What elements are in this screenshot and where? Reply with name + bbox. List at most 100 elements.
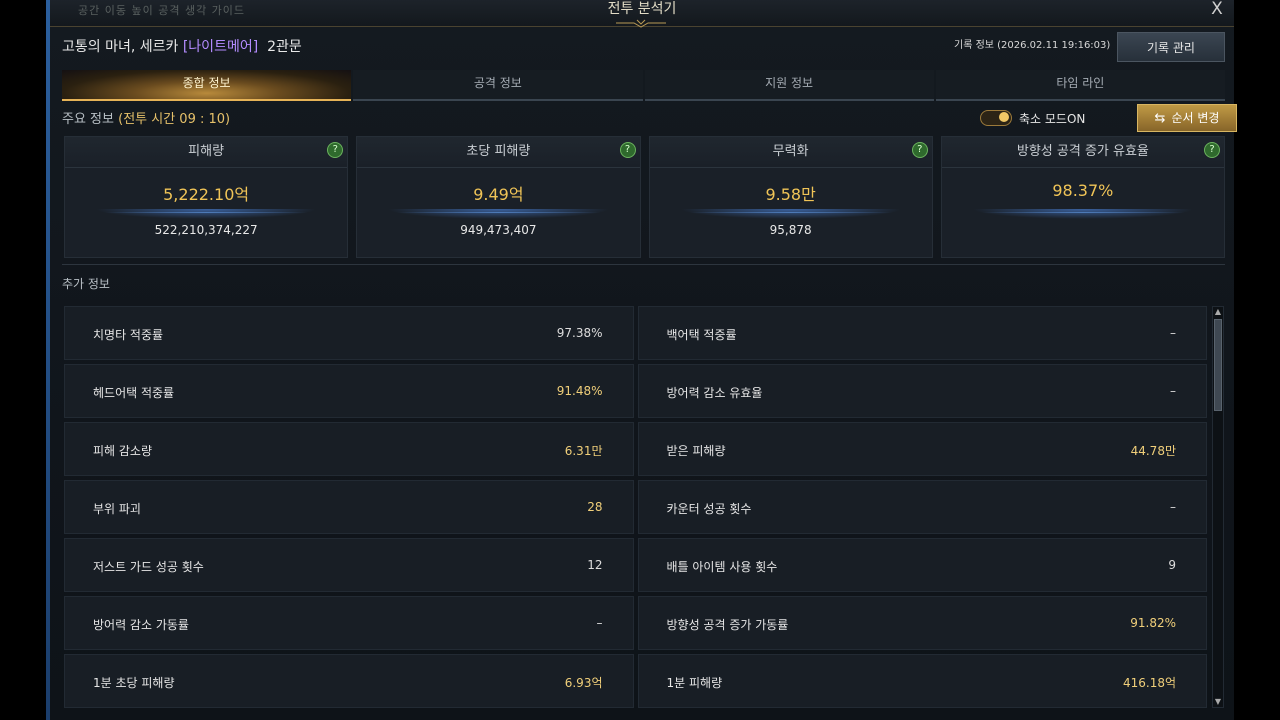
stat-row: 피해 감소량 6.31만 bbox=[64, 422, 634, 476]
close-button[interactable]: X bbox=[1206, 0, 1228, 20]
card-divider bbox=[105, 212, 308, 213]
card-value: 9.49억 bbox=[473, 185, 524, 204]
stat-name: 받은 피해량 bbox=[666, 444, 726, 458]
card-value: 98.37% bbox=[1052, 181, 1114, 200]
stat-name: 카운터 성공 횟수 bbox=[666, 502, 752, 516]
stat-value: – bbox=[1170, 500, 1176, 514]
toggle-knob bbox=[999, 112, 1009, 122]
card-value: 5,222.10억 bbox=[163, 185, 250, 204]
stat-row: 백어택 적중률 – bbox=[637, 306, 1207, 360]
section-divider bbox=[62, 264, 1225, 265]
stat-row: 1분 초당 피해량 6.93억 bbox=[64, 654, 634, 708]
stat-row: 방어력 감소 유효율 – bbox=[637, 364, 1207, 418]
main-info-text: 주요 정보 bbox=[62, 112, 114, 127]
tab-attack[interactable]: 공격 정보 bbox=[353, 70, 643, 101]
class-tag: [나이트메어] bbox=[182, 39, 259, 55]
record-info: 기록 정보 (2026.02.11 19:16:03) bbox=[954, 40, 1111, 51]
stat-row: 배틀 아이템 사용 횟수 9 bbox=[637, 538, 1207, 592]
stat-value: 12 bbox=[587, 558, 603, 572]
card-label: 방향성 공격 증가 유효율 bbox=[941, 137, 1224, 168]
stat-row: 헤드어택 적중률 91.48% bbox=[64, 364, 634, 418]
tab-timeline[interactable]: 타임 라인 bbox=[935, 70, 1225, 101]
stat-value: 9 bbox=[1168, 558, 1176, 572]
stage-label: 2관문 bbox=[267, 39, 302, 55]
stat-row: 방향성 공격 증가 가동률 91.82% bbox=[637, 596, 1207, 650]
left-letterbox bbox=[0, 0, 46, 720]
card-glow bbox=[679, 209, 902, 219]
card-label: 피해량 bbox=[65, 137, 348, 168]
card-divider bbox=[397, 212, 600, 213]
scroll-up-icon[interactable]: ▲ bbox=[1213, 307, 1223, 317]
stat-name: 방어력 감소 유효율 bbox=[666, 386, 763, 400]
card-raw-value: 95,878 bbox=[769, 223, 812, 237]
stat-name: 치명타 적중률 bbox=[93, 328, 164, 342]
character-title: 고통의 마녀, 세르카 [나이트메어] 2관문 bbox=[62, 36, 302, 56]
stat-value: 91.82% bbox=[1130, 616, 1176, 630]
stat-row: 방어력 감소 가동률 – bbox=[64, 596, 634, 650]
card-label: 초당 피해량 bbox=[357, 137, 640, 168]
stat-name: 피해 감소량 bbox=[93, 444, 153, 458]
stat-value: 6.31만 bbox=[564, 444, 603, 458]
stat-name: 헤드어택 적중률 bbox=[93, 386, 175, 400]
compact-mode-toggle[interactable] bbox=[980, 110, 1012, 126]
extra-info-title: 추가 정보 bbox=[62, 277, 110, 291]
stat-name: 1분 피해량 bbox=[666, 676, 723, 690]
card-glow bbox=[971, 209, 1194, 219]
card-damage: 피해량 ? 5,222.10억 522,210,374,227 bbox=[64, 136, 349, 258]
card-raw-value: 949,473,407 bbox=[460, 223, 537, 237]
window-title: 전투 분석기 bbox=[607, 1, 677, 17]
stat-name: 1분 초당 피해량 bbox=[93, 676, 175, 690]
card-divider bbox=[689, 212, 892, 213]
stat-value: 91.48% bbox=[556, 384, 603, 398]
stat-row: 받은 피해량 44.78만 bbox=[637, 422, 1207, 476]
card-value: 9.58만 bbox=[765, 185, 816, 204]
tab-bar: 종합 정보 공격 정보 지원 정보 타임 라인 bbox=[62, 70, 1225, 101]
scrollbar-thumb[interactable] bbox=[1214, 319, 1222, 411]
record-manage-button[interactable]: 기록 관리 bbox=[1117, 32, 1225, 62]
change-order-button[interactable]: ⇆ 순서 변경 bbox=[1137, 104, 1237, 132]
stat-row: 치명타 적중률 97.38% bbox=[64, 306, 634, 360]
title-bar[interactable]: 공간 이동 높이 공격 생각 가이드 전투 분석기 X bbox=[50, 0, 1234, 28]
stat-row: 1분 피해량 416.18억 bbox=[637, 654, 1207, 708]
title-ornament-icon bbox=[616, 19, 666, 28]
right-letterbox bbox=[1234, 0, 1280, 720]
stat-row: 부위 파괴 28 bbox=[64, 480, 634, 534]
summary-cards: 피해량 ? 5,222.10억 522,210,374,227 초당 피해량 ?… bbox=[64, 136, 1225, 258]
card-directional-efficiency: 방향성 공격 증가 유효율 ? 98.37% bbox=[940, 136, 1225, 258]
stat-value: – bbox=[596, 616, 603, 630]
scrollbar[interactable]: ▲ ▼ bbox=[1212, 306, 1224, 708]
stat-name: 방향성 공격 증가 가동률 bbox=[666, 618, 789, 632]
swap-arrows-icon: ⇆ bbox=[1154, 111, 1166, 126]
main-info-bar: 주요 정보 (전투 시간 09 : 10) 축소 모드ON ⇆ 순서 변경 bbox=[62, 104, 1237, 132]
tab-summary[interactable]: 종합 정보 bbox=[62, 70, 352, 101]
compact-mode-label: 축소 모드ON bbox=[1019, 112, 1086, 126]
stat-name: 백어택 적중률 bbox=[666, 328, 737, 342]
stat-value: – bbox=[1170, 326, 1176, 340]
tab-support[interactable]: 지원 정보 bbox=[644, 70, 934, 101]
stat-row: 카운터 성공 횟수 – bbox=[637, 480, 1207, 534]
stat-value: 44.78만 bbox=[1130, 444, 1176, 458]
stat-value: 28 bbox=[587, 500, 603, 514]
stat-name: 부위 파괴 bbox=[93, 502, 141, 516]
header: 고통의 마녀, 세르카 [나이트메어] 2관문 기록 정보 (2026.02.1… bbox=[50, 28, 1234, 64]
scroll-down-icon[interactable]: ▼ bbox=[1213, 697, 1223, 707]
battle-time: (전투 시간 09 : 10) bbox=[118, 112, 231, 127]
stat-value: 416.18억 bbox=[1122, 676, 1176, 690]
stat-name: 배틀 아이템 사용 횟수 bbox=[666, 560, 778, 574]
extra-info-grid: 치명타 적중률 97.38% 백어택 적중률 – 헤드어택 적중률 91.48% 방어력 감… bbox=[64, 306, 1207, 708]
help-icon[interactable]: ? bbox=[1204, 142, 1220, 158]
help-icon[interactable]: ? bbox=[619, 142, 636, 158]
card-label: 무력화 bbox=[649, 137, 932, 168]
main-info-label: 주요 정보 (전투 시간 09 : 10) bbox=[62, 108, 230, 127]
stat-row: 저스트 가드 성공 횟수 12 bbox=[64, 538, 634, 592]
card-glow bbox=[95, 209, 318, 219]
battle-analyzer-window: 공간 이동 높이 공격 생각 가이드 전투 분석기 X 고통의 마녀, 세르카 … bbox=[50, 0, 1237, 720]
card-raw-value: 522,210,374,227 bbox=[154, 223, 258, 237]
stat-value: 97.38% bbox=[556, 326, 603, 340]
change-order-label: 순서 변경 bbox=[1171, 111, 1220, 125]
stat-value: – bbox=[1170, 384, 1176, 398]
stat-name: 방어력 감소 가동률 bbox=[93, 618, 189, 632]
stat-value: 6.93억 bbox=[564, 676, 603, 690]
card-dps: 초당 피해량 ? 9.49억 949,473,407 bbox=[356, 136, 641, 258]
help-icon[interactable]: ? bbox=[911, 142, 928, 158]
